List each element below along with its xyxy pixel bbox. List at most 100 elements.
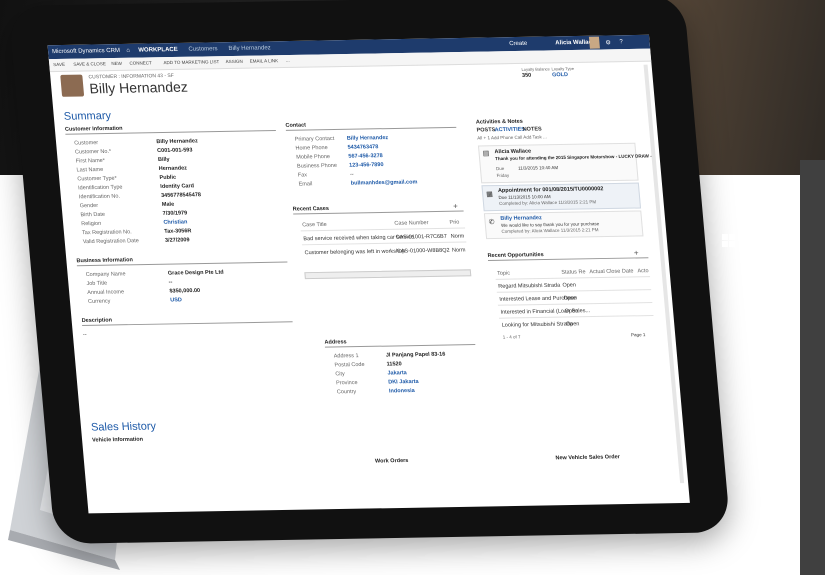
vertical-scrollbar[interactable]: [643, 64, 685, 484]
field-value[interactable]: Tax-3056R: [164, 228, 192, 234]
field-value[interactable]: C001-001-593: [157, 147, 193, 154]
crm-screen: Microsoft Dynamics CRM ⌂ WORKPLACE Custo…: [47, 34, 690, 514]
add-case-icon[interactable]: +: [453, 202, 458, 211]
activity-date: 11/3/2015 10:40 AM: [517, 165, 559, 171]
add-marketing-button[interactable]: ADD TO MARKETING LIST: [163, 59, 219, 65]
field-value[interactable]: --: [168, 280, 172, 286]
column-header[interactable]: Acto: [637, 268, 649, 274]
connect-button[interactable]: CONNECT: [129, 60, 152, 65]
breadcrumb-record[interactable]: Billy Hernandez: [228, 45, 271, 52]
phone-icon: ✆: [488, 219, 495, 227]
field-value[interactable]: 7/30/1979: [162, 210, 187, 216]
field-value[interactable]: Jl Panjang Papel 83-16: [386, 352, 446, 359]
new-button[interactable]: NEW: [111, 61, 122, 66]
column-header[interactable]: Prio: [449, 220, 459, 226]
case-number[interactable]: CAS-01001-R7C6B7: [395, 234, 447, 241]
field-label: Home Phone: [295, 145, 328, 152]
field-value[interactable]: Grace Design Pte Ltd: [168, 270, 224, 277]
field-value[interactable]: $350,000.00: [169, 288, 200, 295]
gear-icon[interactable]: ⚙: [605, 39, 611, 46]
field-value[interactable]: 123-456-7890: [349, 162, 384, 169]
field-label: City: [335, 371, 346, 378]
horizontal-scrollbar[interactable]: [304, 269, 472, 280]
column-header[interactable]: Topic: [497, 271, 510, 277]
field-value[interactable]: --: [350, 172, 354, 178]
opportunities-heading: Recent Opportunities: [487, 252, 544, 260]
opportunity-status: Open: [565, 321, 580, 328]
tab-posts[interactable]: POSTS: [476, 127, 495, 133]
case-priority: Norm: [450, 233, 465, 240]
tab-notes[interactable]: NOTES: [522, 126, 542, 132]
field-label: Identification No.: [78, 193, 121, 201]
opportunity-topic[interactable]: Regard Mitsubishi Strada: [498, 283, 560, 290]
tab-activities[interactable]: ACTIVITIES: [494, 127, 525, 134]
customer-photo: [60, 74, 85, 97]
opportunity-status: Open: [562, 282, 577, 289]
breadcrumb-customers[interactable]: Customers: [188, 46, 218, 52]
column-header[interactable]: Status Re: [561, 269, 586, 275]
field-label: Identification Type: [77, 184, 123, 192]
field-value[interactable]: 3/27/2009: [165, 237, 190, 243]
activity-title[interactable]: Billy Hernandez: [500, 215, 542, 222]
field-label: Religion: [81, 220, 102, 228]
activity-author[interactable]: Alicia Wallace: [494, 149, 531, 156]
field-value[interactable]: 11520: [386, 361, 402, 367]
pager[interactable]: Page 1: [631, 332, 646, 337]
workplace-menu[interactable]: WORKPLACE: [138, 47, 178, 54]
field-label: Province: [335, 380, 358, 387]
field-label: Primary Contact: [294, 135, 335, 143]
field-value[interactable]: 567-456-3278: [348, 153, 383, 160]
email-link-button[interactable]: EMAIL A LINK: [250, 58, 279, 63]
field-value[interactable]: Billy Hernandez: [347, 135, 389, 142]
vehicle-info-heading: Vehicle Information: [91, 436, 144, 444]
field-value[interactable]: Indonesia: [389, 388, 415, 394]
field-label: Birth Date: [80, 211, 106, 219]
save-close-button[interactable]: SAVE & CLOSE: [73, 61, 106, 67]
field-label: Customer No.*: [74, 148, 112, 156]
field-value[interactable]: Jakarta: [387, 370, 407, 376]
field-value[interactable]: 5434763478: [347, 144, 378, 151]
case-number[interactable]: CAS-01000-W8B8Q2: [397, 248, 450, 255]
column-header[interactable]: Actual Close Date: [589, 268, 634, 275]
column-header[interactable]: Case Number: [394, 220, 429, 227]
divider: [495, 276, 651, 280]
field-value[interactable]: DKI Jakarta: [388, 379, 419, 386]
opportunity-status: Open: [563, 295, 578, 302]
field-label: Tax Registration No.: [81, 229, 132, 237]
field-value[interactable]: Hernandez: [159, 166, 188, 172]
more-button[interactable]: ...: [286, 58, 290, 63]
field-value[interactable]: Public: [159, 175, 176, 181]
home-icon[interactable]: ⌂: [126, 48, 130, 54]
field-label: First Name*: [75, 157, 106, 165]
loyalty-balance-value: 350: [521, 72, 532, 79]
help-icon[interactable]: ?: [619, 39, 623, 45]
case-title[interactable]: Customer belonging was left in workshop: [304, 249, 405, 257]
create-button[interactable]: Create: [509, 41, 528, 47]
field-value[interactable]: Male: [162, 202, 175, 208]
save-button[interactable]: SAVE: [53, 62, 65, 67]
field-label: Postal Code: [334, 361, 365, 369]
field-value[interactable]: bullmanhdes@gmail.com: [351, 179, 418, 186]
activity-text: Due 11/13/2015 10:00 AM: [498, 194, 551, 200]
address-heading: Address: [324, 339, 347, 346]
loyalty-type-value: GOLD: [551, 72, 569, 79]
field-value[interactable]: Christian: [163, 219, 187, 225]
column-header[interactable]: Case Title: [302, 222, 327, 228]
field-value[interactable]: USD: [170, 297, 182, 303]
activity-filter[interactable]: All + 1 Add Phone Call Add Task ...: [477, 134, 547, 140]
note-icon: ▤: [482, 150, 490, 158]
field-value[interactable]: Billy Hernandez: [156, 138, 198, 145]
windows-logo: [722, 234, 736, 248]
app-title[interactable]: Microsoft Dynamics CRM: [52, 48, 120, 55]
loyalty-balance-label: Loyalty Balance: [521, 66, 551, 72]
add-opportunity-icon[interactable]: +: [634, 248, 639, 257]
field-value[interactable]: Billy: [158, 157, 170, 163]
assign-button[interactable]: ASSIGN: [225, 59, 242, 64]
description-value[interactable]: --: [83, 332, 87, 338]
avatar[interactable]: [588, 36, 600, 49]
summary-title: Summary: [63, 109, 112, 123]
field-label: Customer: [73, 140, 99, 147]
opportunity-topic[interactable]: Looking for Mitsubishi Strada: [501, 321, 573, 328]
field-value[interactable]: 3456778545478: [161, 192, 201, 199]
field-value[interactable]: Identity Card: [160, 183, 194, 190]
